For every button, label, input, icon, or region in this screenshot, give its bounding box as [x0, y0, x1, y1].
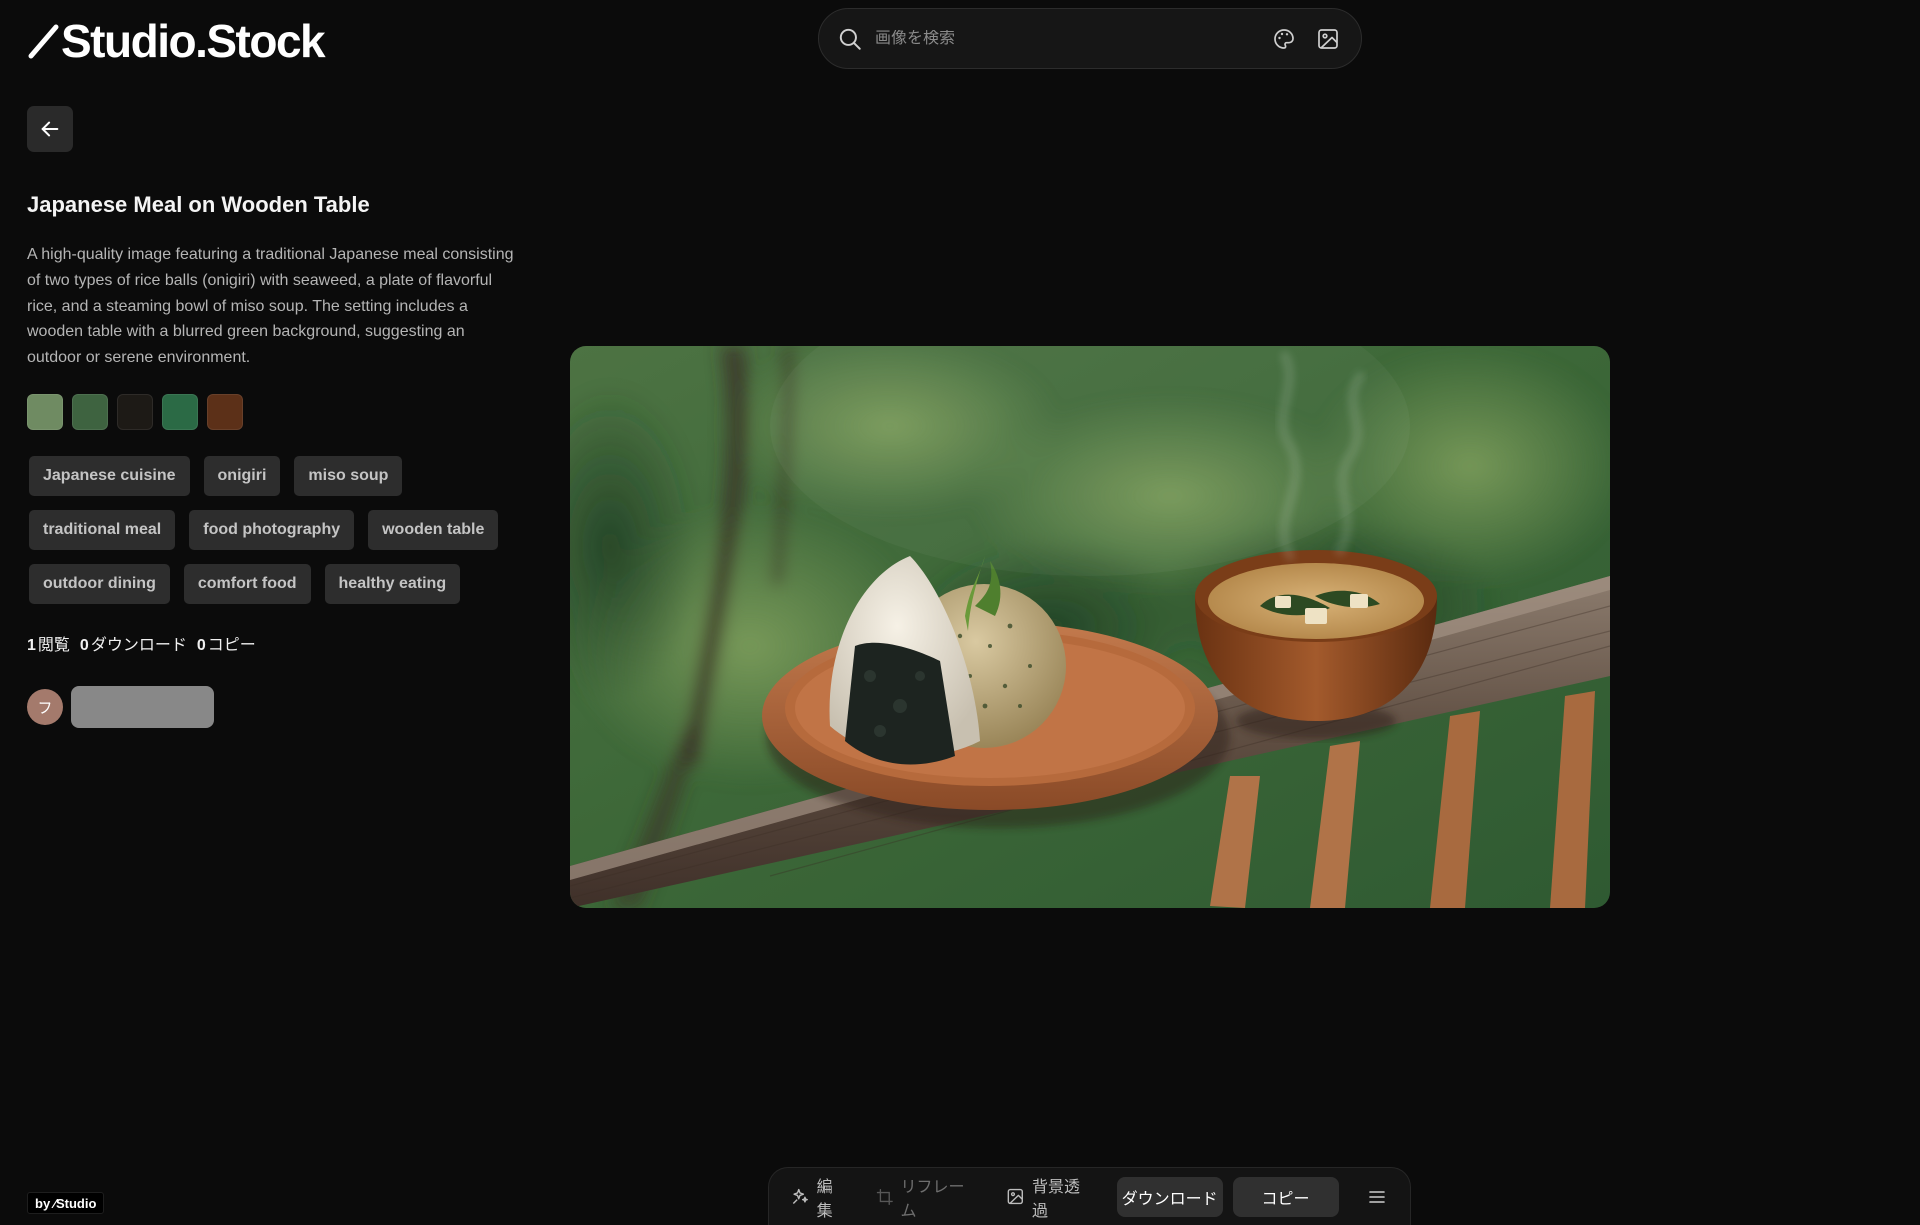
image-stats: 1 閲覧 0 ダウンロード 0 コピー: [27, 631, 256, 655]
color-palette: [27, 394, 243, 430]
color-swatch[interactable]: [162, 394, 198, 430]
search-bar: [818, 8, 1362, 69]
palette-search-button[interactable]: [1269, 24, 1299, 54]
tag-onigiri[interactable]: onigiri: [203, 456, 281, 496]
search-input[interactable]: [875, 29, 1253, 48]
edit-label: 編集: [816, 1178, 833, 1220]
tag-outdoor-dining[interactable]: outdoor dining: [29, 564, 170, 604]
downloads-stat: 0 ダウンロード: [79, 637, 187, 654]
search-icon: [839, 28, 861, 50]
author-name-placeholder[interactable]: [71, 686, 214, 728]
image-icon: [1008, 1188, 1024, 1205]
color-swatch[interactable]: [207, 394, 243, 430]
views-stat: 1 閲覧: [27, 637, 70, 654]
remove-background-label: 背景透過: [1032, 1178, 1081, 1220]
color-swatch[interactable]: [72, 394, 108, 430]
logo-text: Studio.Stock: [61, 15, 326, 67]
slash-logo-icon: [28, 24, 59, 59]
tag-healthy-eating[interactable]: healthy eating: [324, 564, 461, 604]
arrow-left-icon: [41, 121, 59, 137]
edit-button[interactable]: 編集: [791, 1173, 848, 1221]
image-description: A high-quality image featuring a traditi…: [27, 246, 514, 367]
tag-wooden-table[interactable]: wooden table: [368, 510, 499, 550]
color-swatch[interactable]: [117, 394, 153, 430]
back-button[interactable]: [27, 106, 73, 152]
copies-stat: 0 コピー: [196, 637, 256, 654]
bottom-toolbar: 編集 リフレーム 背景透過 ダウンロード コピー: [768, 1167, 1411, 1225]
avatar[interactable]: フ: [27, 689, 63, 725]
tag-food-photography[interactable]: food photography: [189, 510, 355, 550]
sparkle-icon: [792, 1188, 808, 1204]
main-photo[interactable]: [570, 346, 1610, 908]
tag-japanese-cuisine[interactable]: Japanese cuisine: [29, 456, 190, 496]
remove-background-button[interactable]: 背景透過: [1006, 1173, 1094, 1221]
tag-comfort-food[interactable]: comfort food: [183, 564, 311, 604]
copy-button[interactable]: コピー: [1232, 1176, 1339, 1217]
palette-icon: [1274, 28, 1294, 49]
color-swatch[interactable]: [27, 394, 63, 430]
image-search-button[interactable]: [1313, 24, 1343, 54]
reframe-label: リフレーム: [900, 1178, 965, 1220]
logo[interactable]: Studio.Stock: [27, 14, 326, 68]
tag-traditional-meal[interactable]: traditional meal: [29, 510, 176, 550]
studio-badge[interactable]: by ⁄Studio: [27, 1192, 105, 1214]
reframe-button[interactable]: リフレーム: [876, 1173, 979, 1221]
more-menu-button[interactable]: [1365, 1184, 1391, 1210]
menu-icon: [1369, 1190, 1386, 1203]
tag-miso-soup[interactable]: miso soup: [294, 456, 403, 496]
image-search-icon: [1318, 28, 1338, 49]
tag-list: Japanese cuisine onigiri miso soup tradi…: [29, 456, 524, 604]
download-button[interactable]: ダウンロード: [1116, 1176, 1223, 1217]
crop-icon: [876, 1188, 893, 1205]
image-title: Japanese Meal on Wooden Table: [27, 192, 370, 217]
photo-illustration: [570, 346, 1610, 908]
author-info: フ: [27, 686, 214, 728]
